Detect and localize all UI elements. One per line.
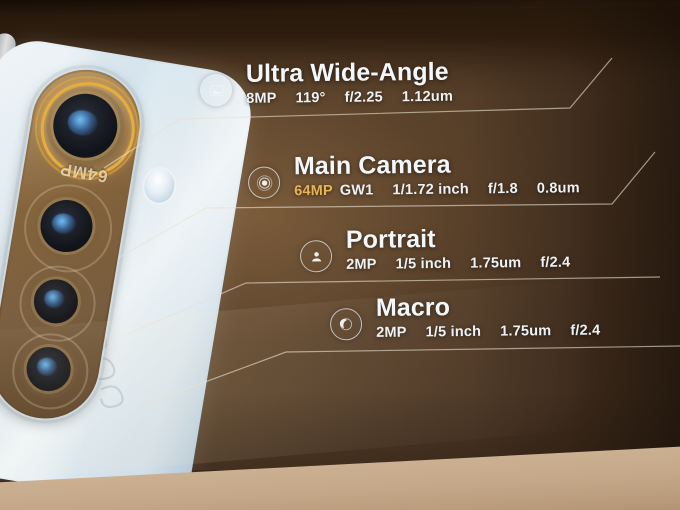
lens-icon bbox=[247, 166, 281, 199]
person-icon bbox=[299, 240, 333, 273]
spec-title: Ultra Wide-Angle bbox=[245, 57, 449, 88]
spec-highlight-value: 64MP bbox=[294, 182, 333, 200]
spec-value: 1/1.72 inch bbox=[392, 181, 469, 199]
landscape-icon bbox=[199, 73, 233, 107]
spec-value: f/2.4 bbox=[540, 254, 571, 271]
spec-value: 1.12um bbox=[401, 88, 454, 106]
spec-value: 0.8um bbox=[536, 180, 580, 197]
spec-value: 119° bbox=[295, 90, 326, 107]
spec-values-portrait: 2MP 1/5 inch 1.75um f/2.4 bbox=[346, 255, 570, 273]
spec-row-main-camera: Main Camera 64MP GW1 1/1.72 inch f/1.8 0… bbox=[247, 150, 580, 200]
spec-values-macro: 2MP 1/5 inch 1.75um f/2.4 bbox=[376, 323, 600, 341]
spec-value: 1.75um bbox=[470, 255, 522, 272]
spec-row-ultra-wide: Ultra Wide-Angle 8MP 119° f/2.25 1.12um bbox=[199, 57, 453, 108]
spec-title: Macro bbox=[375, 293, 451, 322]
spec-value: 1.75um bbox=[500, 323, 552, 340]
spec-values-ultra-wide: 8MP 119° f/2.25 1.12um bbox=[246, 89, 453, 107]
spec-value: GW1 bbox=[339, 182, 374, 199]
desk-foreground bbox=[0, 390, 680, 510]
spec-value: 2MP bbox=[376, 324, 407, 341]
spec-values-main-camera: 64MP GW1 1/1.72 inch f/1.8 0.8um bbox=[294, 180, 580, 199]
spec-value: 1/5 inch bbox=[425, 323, 482, 341]
spec-text-main-camera: Main Camera 64MP GW1 1/1.72 inch f/1.8 0… bbox=[293, 150, 580, 200]
spec-text-macro: Macro 2MP 1/5 inch 1.75um f/2.4 bbox=[376, 293, 601, 341]
spec-value: f/1.8 bbox=[487, 180, 518, 198]
desk-tan-band bbox=[0, 443, 680, 510]
spec-value: f/2.4 bbox=[570, 322, 601, 339]
spec-text-ultra-wide: Ultra Wide-Angle 8MP 119° f/2.25 1.12um bbox=[245, 57, 453, 107]
spec-value: 8MP bbox=[246, 90, 277, 107]
spec-value: 2MP bbox=[346, 256, 377, 273]
screenshot-root: AI CAMERA 64MP bbox=[0, 0, 680, 510]
spec-value: f/2.25 bbox=[344, 89, 383, 106]
spec-text-portrait: Portrait 2MP 1/5 inch 1.75um f/2.4 bbox=[346, 225, 571, 273]
spec-value: 1/5 inch bbox=[395, 255, 452, 273]
spec-row-macro: Macro 2MP 1/5 inch 1.75um f/2.4 bbox=[329, 293, 601, 342]
spec-title: Main Camera bbox=[293, 150, 451, 181]
macro-icon bbox=[329, 308, 363, 341]
spec-row-portrait: Portrait 2MP 1/5 inch 1.75um f/2.4 bbox=[299, 225, 571, 274]
spec-title: Portrait bbox=[345, 224, 436, 254]
